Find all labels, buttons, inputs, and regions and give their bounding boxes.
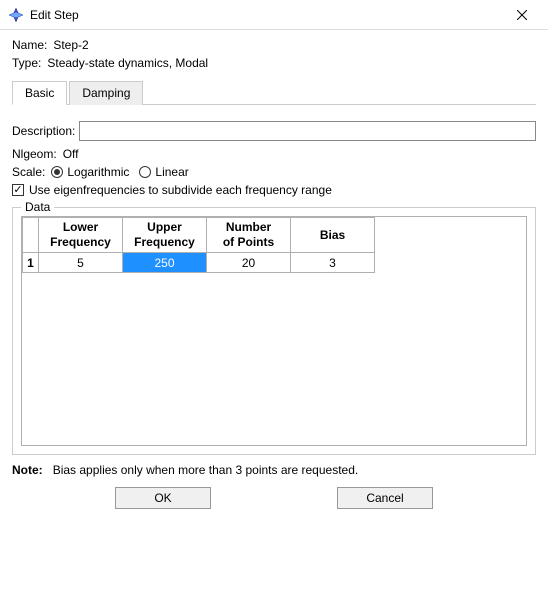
description-row: Description: bbox=[12, 121, 536, 141]
table-header-row: Lower Frequency Upper Frequency Number o… bbox=[23, 218, 375, 253]
note-row: Note: Bias applies only when more than 3… bbox=[12, 463, 536, 477]
description-label: Description: bbox=[12, 124, 75, 138]
tab-damping[interactable]: Damping bbox=[69, 81, 143, 105]
description-input[interactable] bbox=[79, 121, 536, 141]
titlebar: Edit Step bbox=[0, 0, 548, 30]
checkbox-use-eigen[interactable]: Use eigenfrequencies to subdivide each f… bbox=[12, 183, 332, 197]
col-bias[interactable]: Bias bbox=[291, 218, 375, 253]
note-text: Bias applies only when more than 3 point… bbox=[53, 463, 359, 477]
checkbox-use-eigen-label: Use eigenfrequencies to subdivide each f… bbox=[29, 183, 332, 197]
checkbox-box-icon bbox=[12, 184, 24, 196]
type-row: Type: Steady-state dynamics, Modal bbox=[12, 56, 536, 70]
nlgeom-value: Off bbox=[63, 147, 79, 161]
radio-linear-label: Linear bbox=[155, 165, 188, 179]
col-rownum bbox=[23, 218, 39, 253]
cell-number-of-points[interactable]: 20 bbox=[207, 253, 291, 273]
radio-logarithmic-label: Logarithmic bbox=[67, 165, 129, 179]
name-row: Name: Step-2 bbox=[12, 38, 536, 52]
tabpanel-basic: Description: Nlgeom: Off Scale: Logarith… bbox=[12, 105, 536, 477]
data-grid[interactable]: Lower Frequency Upper Frequency Number o… bbox=[21, 216, 527, 446]
col-upper-frequency[interactable]: Upper Frequency bbox=[123, 218, 207, 253]
table-row: 1 5 250 20 3 bbox=[23, 253, 375, 273]
data-legend: Data bbox=[21, 200, 54, 214]
scale-row: Scale: Logarithmic Linear bbox=[12, 165, 536, 179]
cell-bias[interactable]: 3 bbox=[291, 253, 375, 273]
use-eigen-row: Use eigenfrequencies to subdivide each f… bbox=[12, 183, 536, 197]
name-value: Step-2 bbox=[53, 38, 88, 52]
dialog-content: Name: Step-2 Type: Steady-state dynamics… bbox=[0, 30, 548, 517]
cell-lower-frequency[interactable]: 5 bbox=[39, 253, 123, 273]
col-number-of-points[interactable]: Number of Points bbox=[207, 218, 291, 253]
close-button[interactable] bbox=[502, 1, 542, 29]
row-number: 1 bbox=[23, 253, 39, 273]
app-icon bbox=[8, 7, 24, 23]
radio-linear[interactable]: Linear bbox=[139, 165, 188, 179]
cell-upper-frequency[interactable]: 250 bbox=[123, 253, 207, 273]
radio-dot-icon bbox=[51, 166, 63, 178]
scale-label: Scale: bbox=[12, 165, 45, 179]
window-title: Edit Step bbox=[30, 8, 502, 22]
col-lower-frequency[interactable]: Lower Frequency bbox=[39, 218, 123, 253]
data-fieldset: Data Lower Frequency Upper Frequency Num… bbox=[12, 207, 536, 455]
radio-dot-icon bbox=[139, 166, 151, 178]
nlgeom-label: Nlgeom: bbox=[12, 147, 57, 161]
nlgeom-row: Nlgeom: Off bbox=[12, 147, 536, 161]
name-label: Name: bbox=[12, 38, 47, 52]
cancel-button[interactable]: Cancel bbox=[337, 487, 433, 509]
type-value: Steady-state dynamics, Modal bbox=[47, 56, 208, 70]
tab-basic[interactable]: Basic bbox=[12, 81, 67, 105]
type-label: Type: bbox=[12, 56, 41, 70]
note-prefix: Note: bbox=[12, 463, 43, 477]
dialog-footer: OK Cancel bbox=[12, 477, 536, 509]
tab-bar: Basic Damping bbox=[12, 80, 536, 105]
radio-logarithmic[interactable]: Logarithmic bbox=[51, 165, 129, 179]
ok-button[interactable]: OK bbox=[115, 487, 211, 509]
